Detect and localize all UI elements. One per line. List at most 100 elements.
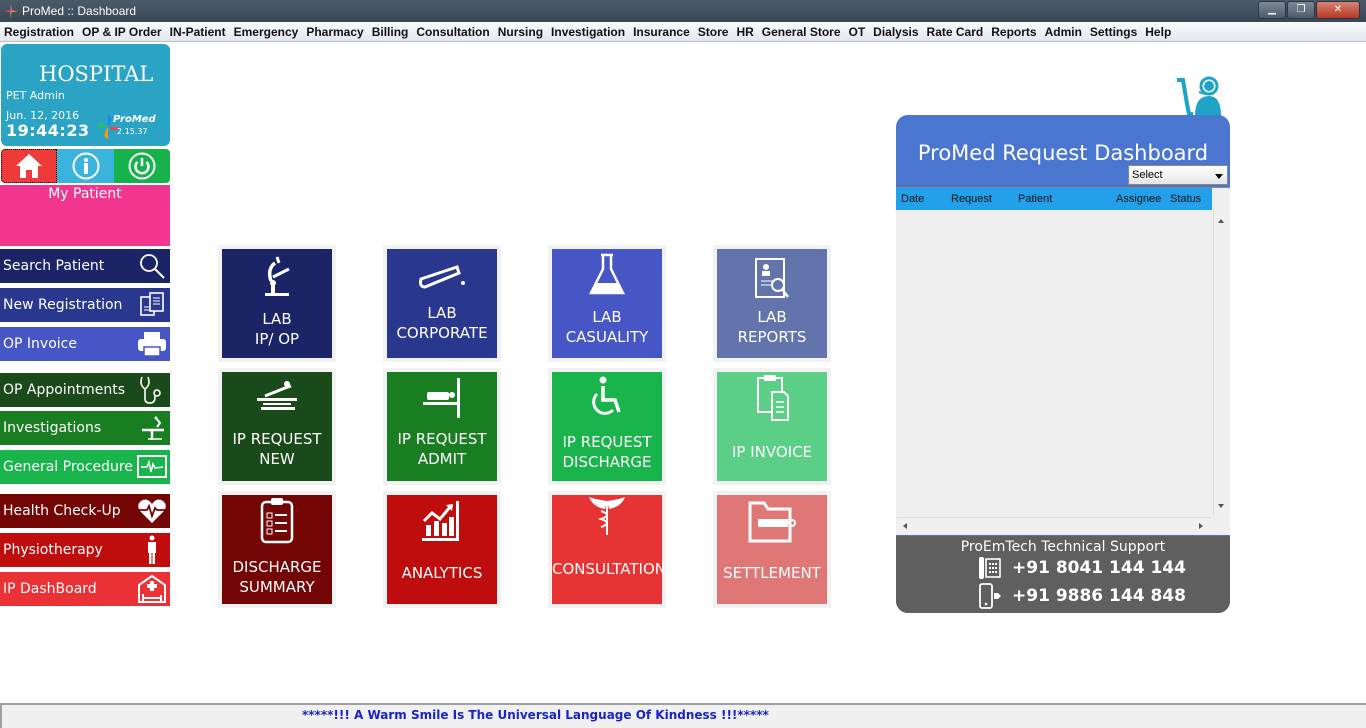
tile-settlement[interactable]: SETTLEMENT — [717, 495, 827, 604]
menu-billing[interactable]: Billing — [372, 25, 409, 39]
sidebar-item-health-check-up[interactable]: Health Check-Up — [0, 494, 170, 528]
scroll-left-icon[interactable] — [903, 523, 907, 529]
patient-bed-icon — [222, 380, 332, 412]
flask-icon — [552, 253, 662, 297]
tile-ip-request-admit-wrap: IP REQUEST ADMIT — [383, 368, 501, 485]
sidebar-item-physiotherapy[interactable]: Physiotherapy — [0, 533, 170, 567]
window-titlebar: ProMed :: Dashboard ▁ ❐ ✕ — [0, 0, 1366, 22]
caduceus-icon — [552, 497, 662, 537]
sidebar-item-investigations[interactable]: Investigations — [0, 411, 170, 445]
tile-label: IP INVOICE — [731, 443, 813, 461]
chevron-down-icon — [1215, 174, 1223, 179]
desk-phone-icon — [979, 557, 1001, 579]
status-bar: *****!!! A Warm Smile Is The Universal L… — [0, 703, 1366, 728]
clipboard-doc-icon — [717, 374, 827, 422]
sidebar-item-ip-dashboard[interactable]: IP DashBoard — [0, 572, 170, 606]
column-header-assignee[interactable]: Assignee — [1116, 193, 1161, 205]
tile-label: CONSULTATION — [552, 560, 667, 578]
tile-discharge-summary-wrap: DISCHARGE SUMMARY — [218, 491, 336, 608]
tile-label: IP REQUEST ADMIT — [397, 430, 487, 468]
tile-consultation-wrap: CONSULTATION — [548, 491, 666, 608]
request-dashboard-title: ProMed Request Dashboard — [917, 141, 1209, 165]
brand-name: ProMed — [113, 114, 156, 125]
tile-lab-reports[interactable]: LAB REPORTS — [717, 249, 827, 358]
checklist-icon — [222, 497, 332, 545]
tile-ip-request-discharge[interactable]: IP REQUEST DISCHARGE — [552, 372, 662, 481]
vertical-scrollbar[interactable] — [1213, 210, 1229, 516]
my-patient-button[interactable]: My Patient — [0, 185, 170, 246]
sidebar-item-label: Physiotherapy — [3, 542, 103, 558]
menu-registration[interactable]: Registration — [4, 25, 74, 39]
menu-nursing[interactable]: Nursing — [498, 25, 543, 39]
tile-lab-casuality-wrap: LAB CASUALITY — [548, 245, 666, 362]
quick-actions — [1, 149, 170, 183]
menu-store[interactable]: Store — [698, 25, 729, 39]
scroll-right-icon[interactable] — [1199, 523, 1203, 529]
column-header-date[interactable]: Date — [901, 193, 924, 205]
minimize-button[interactable]: ▁ — [1258, 1, 1286, 19]
power-icon — [128, 152, 156, 180]
close-button[interactable]: ✕ — [1316, 1, 1360, 19]
hospital-bed-icon — [136, 574, 168, 604]
tile-ip-invoice-wrap: IP INVOICE — [713, 368, 831, 485]
menu-investigation[interactable]: Investigation — [551, 25, 625, 39]
column-header-status[interactable]: Status — [1170, 193, 1201, 205]
sidebar-item-search-patient[interactable]: Search Patient — [0, 249, 170, 283]
logout-button[interactable] — [114, 149, 170, 183]
restore-button[interactable]: ❐ — [1287, 1, 1315, 19]
window-title: ProMed :: Dashboard — [22, 4, 137, 18]
horizontal-scrollbar[interactable] — [897, 517, 1211, 533]
menu-in-patient[interactable]: IN-Patient — [170, 25, 226, 39]
request-filter-select[interactable]: Select — [1128, 165, 1228, 185]
tile-consultation[interactable]: CONSULTATION — [552, 495, 667, 604]
tile-label: LAB CASUALITY — [565, 308, 649, 346]
home-icon — [16, 154, 42, 178]
home-button[interactable] — [1, 149, 57, 183]
menu-settings[interactable]: Settings — [1090, 25, 1137, 39]
tile-lab-corporate[interactable]: LAB CORPORATE — [387, 249, 497, 358]
info-button[interactable] — [57, 149, 114, 183]
tile-label: LAB CORPORATE — [396, 304, 488, 342]
menu-reports[interactable]: Reports — [991, 25, 1036, 39]
heart-pulse-icon — [136, 496, 168, 526]
menu-ot[interactable]: OT — [849, 25, 866, 39]
menu-hr[interactable]: HR — [736, 25, 753, 39]
sidebar-item-general-procedure[interactable]: General Procedure — [0, 450, 170, 484]
menu-consultation[interactable]: Consultation — [416, 25, 489, 39]
scroll-down-icon[interactable] — [1218, 504, 1224, 508]
tile-lab-ip-op[interactable]: LAB IP/ OP — [222, 249, 332, 358]
menu-rate-card[interactable]: Rate Card — [927, 25, 984, 39]
menu-dialysis[interactable]: Dialysis — [873, 25, 918, 39]
request-grid-header: Date Request Patient Assignee Status — [896, 188, 1212, 210]
menu-op-ip-order[interactable]: OP & IP Order — [82, 25, 162, 39]
sidebar-item-new-registration[interactable]: New Registration — [0, 288, 170, 322]
tile-lab-casuality[interactable]: LAB CASUALITY — [552, 249, 662, 358]
tile-ip-request-admit[interactable]: IP REQUEST ADMIT — [387, 372, 497, 481]
tile-discharge-summary[interactable]: DISCHARGE SUMMARY — [222, 495, 332, 604]
request-dashboard-panel: ProMed Request Dashboard Select Date Req… — [896, 115, 1230, 613]
menu-emergency[interactable]: Emergency — [234, 25, 299, 39]
hospital-name: HOSPITAL — [39, 62, 154, 86]
tile-label: ANALYTICS — [401, 564, 483, 582]
promed-logo: ProMed 2.15.37 — [97, 112, 169, 142]
tile-ip-invoice[interactable]: IP INVOICE — [717, 372, 827, 481]
tile-label: IP REQUEST DISCHARGE — [562, 433, 652, 471]
column-header-patient[interactable]: Patient — [1018, 193, 1052, 205]
info-icon — [72, 152, 99, 180]
column-header-request[interactable]: Request — [951, 193, 992, 205]
menu-general-store[interactable]: General Store — [762, 25, 841, 39]
menu-insurance[interactable]: Insurance — [633, 25, 690, 39]
scroll-up-icon[interactable] — [1218, 219, 1224, 223]
report-search-icon — [717, 257, 827, 301]
tile-analytics-wrap: ANALYTICS — [383, 491, 501, 608]
menu-pharmacy[interactable]: Pharmacy — [306, 25, 363, 39]
sidebar-item-op-appointments[interactable]: OP Appointments — [0, 373, 170, 407]
menu-admin[interactable]: Admin — [1045, 25, 1082, 39]
sidebar-item-label: Investigations — [3, 420, 102, 436]
tile-analytics[interactable]: ANALYTICS — [387, 495, 497, 604]
registration-form-icon — [136, 290, 168, 320]
sidebar-item-op-invoice[interactable]: OP Invoice — [0, 327, 170, 361]
tile-ip-request-new[interactable]: IP REQUEST NEW — [222, 372, 332, 481]
menu-help[interactable]: Help — [1145, 25, 1171, 39]
tile-label: DISCHARGE SUMMARY — [232, 558, 322, 596]
